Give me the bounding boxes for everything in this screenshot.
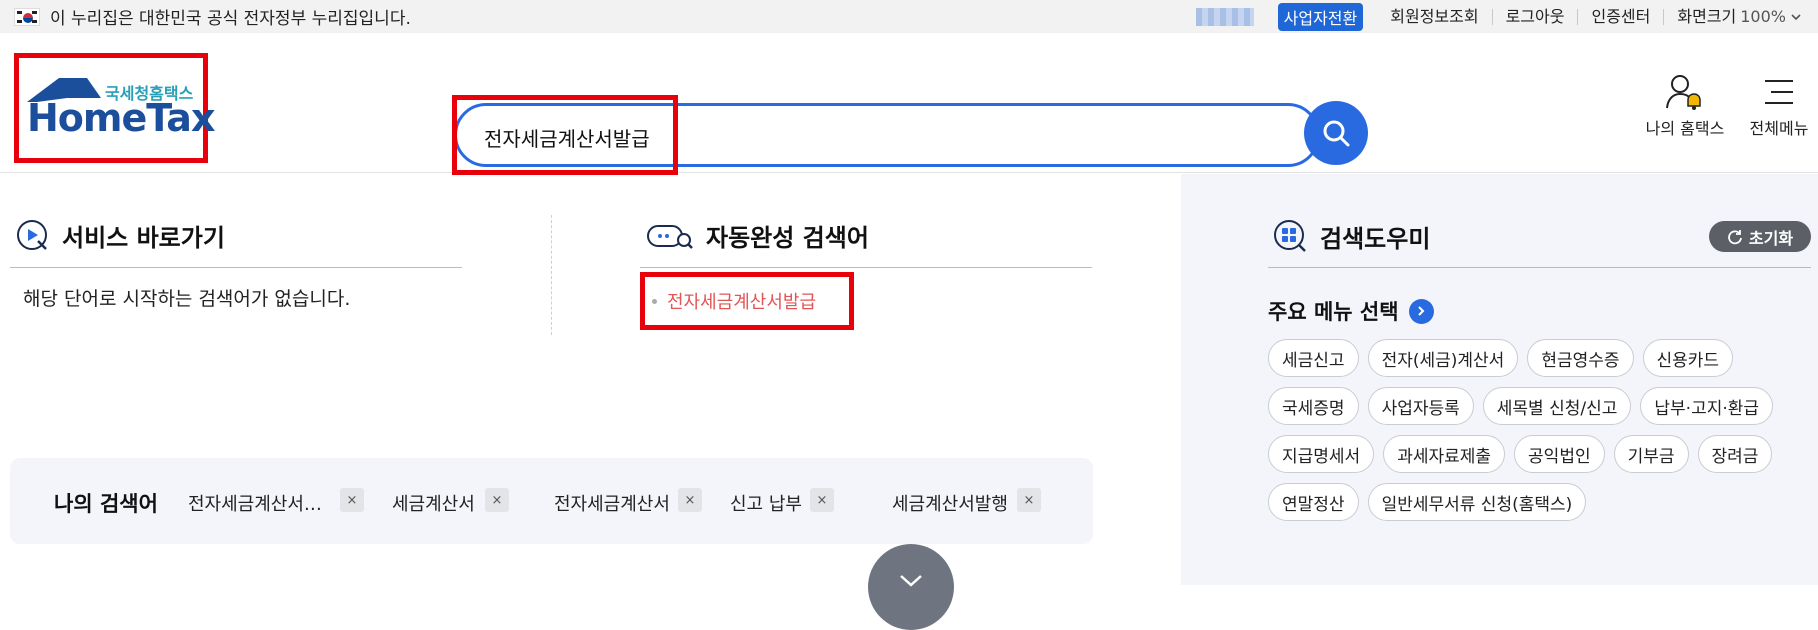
my-hometax-label: 나의 홈택스 bbox=[1645, 119, 1725, 138]
column-divider bbox=[551, 215, 552, 335]
logo-text: HomeTax bbox=[27, 96, 215, 140]
grid-search-icon bbox=[1274, 220, 1306, 252]
menu-chip[interactable]: 지급명세서 bbox=[1268, 435, 1375, 473]
user-bell-icon bbox=[1666, 75, 1701, 110]
remove-keyword-button[interactable]: × bbox=[1017, 488, 1041, 512]
divider-line bbox=[1268, 267, 1811, 268]
switch-business-button[interactable]: 사업자전환 bbox=[1277, 2, 1364, 31]
zoom-label: 화면크기 bbox=[1677, 6, 1737, 26]
collapse-button[interactable] bbox=[868, 544, 954, 630]
remove-keyword-button[interactable]: × bbox=[810, 488, 834, 512]
reset-button[interactable]: 초기화 bbox=[1709, 221, 1811, 252]
menu-chip[interactable]: 연말정산 bbox=[1268, 483, 1359, 521]
search-area: 전자세금계산서발급 bbox=[452, 71, 1368, 175]
my-search-keywords: 나의 검색어 전자세금계산서… × 세금계산서 × 전자세금계산서 × 신고 납… bbox=[10, 458, 1093, 544]
auth-center-link[interactable]: 인증센터 bbox=[1577, 8, 1663, 25]
menu-chip[interactable]: 세목별 신청/신고 bbox=[1482, 387, 1632, 425]
search-button[interactable] bbox=[1304, 101, 1368, 165]
remove-keyword-button[interactable]: × bbox=[485, 488, 509, 512]
divider-line bbox=[640, 267, 1092, 268]
remove-keyword-button[interactable]: × bbox=[678, 488, 702, 512]
autocomplete-title: 자동완성 검색어 bbox=[646, 218, 869, 253]
menu-chip[interactable]: 세금신고 bbox=[1268, 339, 1359, 377]
divider-line bbox=[10, 267, 462, 268]
menu-chip[interactable]: 과세자료제출 bbox=[1383, 435, 1506, 473]
play-cursor-icon bbox=[17, 219, 47, 250]
hometax-logo[interactable]: 국세청홈택스 HomeTax bbox=[14, 53, 215, 163]
menu-chip[interactable]: 기부금 bbox=[1613, 435, 1689, 473]
menu-chip[interactable]: 공익법인 bbox=[1514, 435, 1605, 473]
my-hometax-button[interactable]: 나의 홈택스 bbox=[1642, 69, 1728, 139]
menu-chip[interactable]: 납부·고지·환급 bbox=[1640, 387, 1774, 425]
service-shortcut-label: 서비스 바로가기 bbox=[62, 224, 225, 252]
member-info-link[interactable]: 회원정보조회 bbox=[1377, 8, 1491, 25]
gov-notice-bar: 이 누리집은 대한민국 공식 전자정부 누리집입니다. 사업자전환 회원정보조회… bbox=[0, 0, 1818, 33]
refresh-icon bbox=[1728, 229, 1742, 244]
chevron-right-icon[interactable] bbox=[1408, 298, 1434, 324]
main-menu-label: 주요 메뉴 선택 bbox=[1268, 300, 1399, 324]
menu-chip[interactable]: 전자(세금)계산서 bbox=[1367, 339, 1519, 377]
recent-keyword[interactable]: 전자세금계산서… bbox=[188, 490, 322, 516]
search-helper-label: 검색도우미 bbox=[1320, 224, 1431, 253]
all-menu-label: 전체메뉴 bbox=[1749, 119, 1809, 138]
site-header: 국세청홈택스 HomeTax 전자세금계산서발급 나의 홈택스 전체메뉴 bbox=[0, 33, 1818, 175]
zoom-value: 100% bbox=[1740, 6, 1786, 26]
chat-search-icon bbox=[647, 224, 693, 249]
korean-flag-icon bbox=[14, 7, 40, 26]
reset-label: 초기화 bbox=[1748, 228, 1794, 248]
autocomplete-label: 자동완성 검색어 bbox=[706, 224, 869, 252]
all-menu-button[interactable]: 전체메뉴 bbox=[1746, 69, 1812, 139]
menu-chip[interactable]: 장려금 bbox=[1697, 435, 1773, 473]
remove-keyword-button[interactable]: × bbox=[340, 488, 364, 512]
main-menu-chips: 세금신고 전자(세금)계산서 현금영수증 신용카드 국세증명 사업자등록 세목별… bbox=[1268, 339, 1808, 521]
recent-keyword[interactable]: 세금계산서발행 bbox=[892, 490, 1008, 516]
gov-notice-text: 이 누리집은 대한민국 공식 전자정부 누리집입니다. bbox=[50, 9, 411, 29]
recent-keyword[interactable]: 신고 납부 bbox=[730, 490, 802, 516]
chevron-down-icon bbox=[1791, 13, 1801, 20]
service-shortcut-title: 서비스 바로가기 bbox=[16, 218, 225, 253]
user-name-blurred bbox=[1195, 7, 1254, 26]
search-helper-title: 검색도우미 bbox=[1272, 218, 1430, 254]
search-icon bbox=[1323, 120, 1350, 147]
zoom-control[interactable]: 화면크기 100% bbox=[1663, 6, 1802, 26]
utility-links: 사업자전환 회원정보조회 로그아웃 인증센터 화면크기 100% bbox=[1195, 0, 1802, 33]
my-search-label: 나의 검색어 bbox=[54, 492, 158, 516]
logout-link[interactable]: 로그아웃 bbox=[1491, 8, 1578, 25]
hamburger-menu-icon bbox=[1765, 80, 1793, 104]
menu-chip[interactable]: 국세증명 bbox=[1268, 387, 1359, 425]
service-empty-message: 해당 단어로 시작하는 검색어가 없습니다. bbox=[23, 288, 351, 310]
bullet-icon bbox=[652, 298, 657, 304]
autocomplete-item[interactable]: 전자세금계산서발급 bbox=[652, 288, 816, 314]
menu-chip[interactable]: 신용카드 bbox=[1642, 339, 1734, 377]
recent-keyword[interactable]: 세금계산서 bbox=[392, 490, 475, 516]
search-input-value: 전자세금계산서발급 bbox=[484, 127, 650, 151]
main-menu-title: 주요 메뉴 선택 bbox=[1268, 296, 1434, 326]
chevron-down-icon bbox=[900, 575, 922, 587]
menu-chip[interactable]: 사업자등록 bbox=[1367, 387, 1474, 425]
autocomplete-item-text: 전자세금계산서발급 bbox=[667, 292, 817, 313]
menu-chip[interactable]: 일반세무서류 신청(홈택스) bbox=[1367, 483, 1587, 521]
menu-chip[interactable]: 현금영수증 bbox=[1527, 339, 1634, 377]
recent-keyword[interactable]: 전자세금계산서 bbox=[554, 490, 670, 516]
